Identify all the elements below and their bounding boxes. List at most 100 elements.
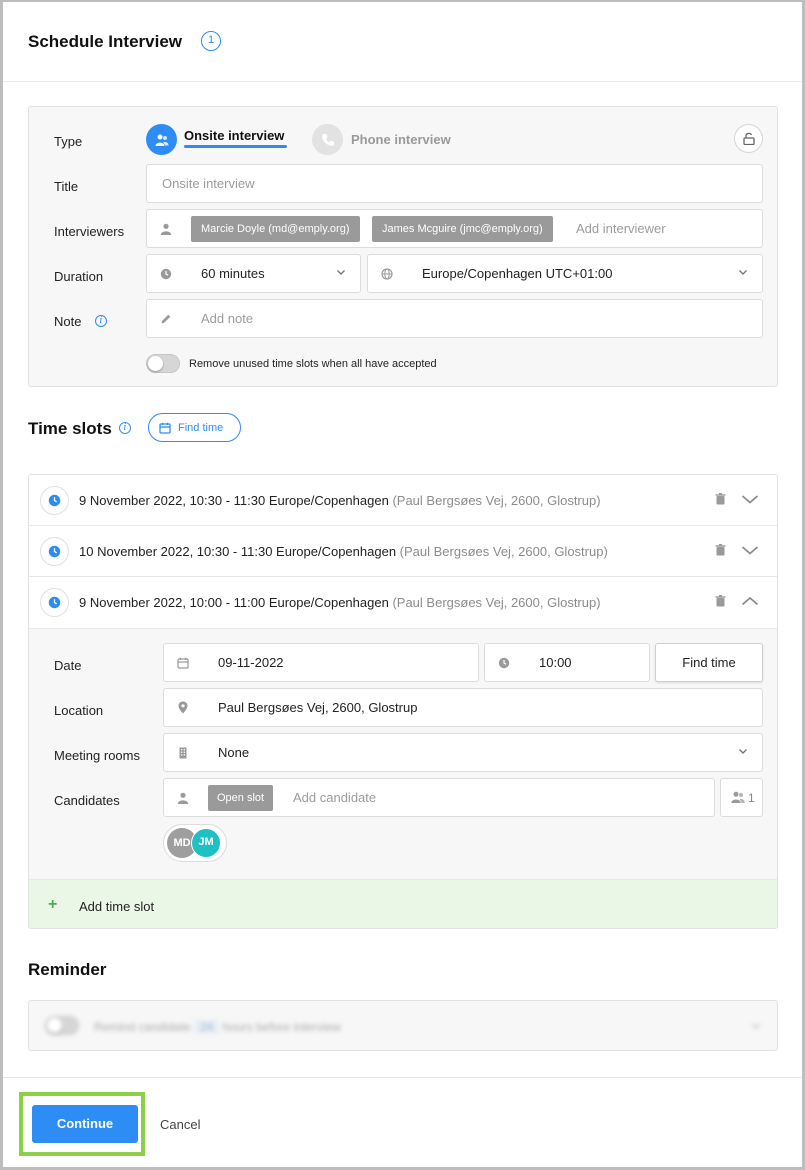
title-input[interactable]: Onsite interview [146, 164, 763, 203]
interviewers-label: Interviewers [54, 224, 125, 239]
title-label: Title [54, 179, 79, 194]
phone-interview-option[interactable]: Phone interview [351, 132, 451, 147]
add-time-slot-label: Add time slot [79, 899, 155, 914]
chevron-down-icon[interactable] [751, 1021, 761, 1031]
selected-type-underline [184, 145, 287, 148]
reminder-row: Remind candidate 24 hours before intervi… [29, 1001, 777, 1050]
reminder-text-before: Remind candidate [94, 1020, 191, 1034]
chevron-down-icon[interactable] [741, 544, 759, 556]
time-input[interactable]: 10:00 [484, 643, 650, 682]
info-icon[interactable]: i [95, 315, 107, 327]
info-icon[interactable]: i [119, 422, 131, 434]
plus-icon: + [48, 896, 58, 913]
time-value: 10:00 [539, 655, 572, 670]
duration-label: Duration [54, 269, 104, 284]
reminder-text: Remind candidate 24 hours before intervi… [94, 1020, 341, 1034]
interviewer-tag[interactable]: Marcie Doyle (md@emply.org) [191, 216, 360, 242]
chevron-up-icon[interactable] [741, 595, 759, 607]
location-input[interactable]: Paul Bergsøes Vej, 2600, Glostrup [163, 688, 763, 727]
find-time-button[interactable]: Find time [148, 413, 241, 442]
interview-details-panel: Type Onsite interview Phone interview Ti… [28, 106, 778, 387]
location-value: Paul Bergsøes Vej, 2600, Glostrup [218, 700, 418, 715]
chevron-down-icon [739, 749, 747, 754]
reminder-text-after: hours before interview [222, 1020, 341, 1034]
find-time-label: Find time [178, 422, 224, 434]
toggle-knob [47, 1018, 62, 1033]
slot-find-time-button[interactable]: Find time [655, 643, 763, 682]
globe-icon [368, 255, 406, 292]
reminder-panel: Remind candidate 24 hours before intervi… [28, 1000, 778, 1051]
time-slot-row-expanded[interactable]: 9 November 2022, 10:00 - 11:00 Europe/Co… [29, 577, 777, 629]
time-slot-row[interactable]: 10 November 2022, 10:30 - 11:30 Europe/C… [29, 526, 777, 577]
avatar-group: MD JM [163, 824, 227, 862]
date-input[interactable]: 09-11-2022 [163, 643, 479, 682]
type-label: Type [54, 134, 83, 149]
remove-unused-toggle[interactable] [146, 354, 180, 373]
remove-unused-label: Remove unused time slots when all have a… [189, 358, 437, 370]
candidates-label: Candidates [54, 793, 120, 808]
title-placeholder: Onsite interview [162, 176, 255, 191]
reminder-hours-input[interactable]: 24 [194, 1020, 220, 1034]
meeting-rooms-value: None [218, 745, 250, 760]
calendar-icon [159, 422, 171, 434]
avatar[interactable]: JM [191, 828, 221, 858]
users-icon [731, 791, 745, 803]
clock-icon [40, 537, 69, 566]
clock-icon [40, 588, 69, 617]
continue-highlight: Continue [19, 1092, 145, 1156]
candidate-count: 1 [748, 791, 755, 805]
building-icon [164, 734, 202, 771]
interviewer-tag[interactable]: James Mcguire (jmc@emply.org) [372, 216, 553, 242]
clock-icon [40, 486, 69, 515]
dialog-header: Schedule Interview 1 [3, 2, 802, 82]
dialog-footer: Continue Cancel [3, 1077, 802, 1167]
timezone-select[interactable]: Europe/Copenhagen UTC+01:00 [367, 254, 763, 293]
open-slot-tag[interactable]: Open slot [208, 785, 274, 811]
location-label: Location [54, 703, 104, 718]
add-time-slot-button[interactable]: + Add time slot [29, 879, 777, 928]
slot-location: (Paul Bergsøes Vej, 2600, Glostrup) [392, 595, 601, 610]
candidate-count-button[interactable]: 1 [720, 778, 763, 817]
meeting-rooms-select[interactable]: None [163, 733, 763, 772]
time-slot-details: Date 09-11-2022 10:00 Find time Location [29, 629, 777, 879]
user-icon [164, 779, 202, 816]
chevron-down-icon[interactable] [741, 493, 759, 505]
slot-time: 9 November 2022, 10:30 - 11:30 Europe/Co… [79, 493, 389, 508]
chevron-down-icon [337, 270, 345, 275]
phone-icon[interactable] [312, 124, 343, 155]
trash-icon[interactable] [715, 595, 726, 607]
add-candidate-placeholder: Add candidate [293, 790, 377, 805]
date-value: 09-11-2022 [218, 655, 284, 670]
meeting-rooms-label: Meeting rooms [54, 748, 140, 763]
continue-button[interactable]: Continue [32, 1105, 138, 1143]
unlock-icon[interactable] [734, 124, 763, 153]
onsite-interview-option[interactable]: Onsite interview [184, 128, 284, 143]
pencil-icon [147, 300, 185, 337]
toggle-knob [148, 356, 163, 371]
slot-location: (Paul Bergsøes Vej, 2600, Glostrup) [392, 493, 601, 508]
interviewers-input[interactable]: Marcie Doyle (md@emply.org) James Mcguir… [146, 209, 763, 248]
trash-icon[interactable] [715, 493, 726, 505]
calendar-icon [164, 644, 202, 681]
candidates-input[interactable]: Open slot Add candidate [163, 778, 715, 817]
slot-time: 10 November 2022, 10:30 - 11:30 Europe/C… [79, 544, 397, 559]
dialog-title: Schedule Interview [28, 32, 182, 51]
schedule-interview-dialog: Schedule Interview 1 Type Onsite intervi… [0, 0, 805, 1170]
duration-select[interactable]: 60 minutes [146, 254, 361, 293]
clock-icon [485, 644, 523, 681]
date-label: Date [54, 658, 82, 673]
note-input[interactable]: Add note [146, 299, 763, 338]
timezone-value: Europe/Copenhagen UTC+01:00 [422, 266, 613, 281]
add-note-placeholder: Add note [201, 311, 254, 326]
trash-icon[interactable] [715, 544, 726, 556]
time-slot-row[interactable]: 9 November 2022, 10:30 - 11:30 Europe/Co… [29, 475, 777, 526]
reminder-toggle[interactable] [45, 1016, 79, 1035]
duration-value: 60 minutes [201, 266, 265, 281]
cancel-button[interactable]: Cancel [160, 1117, 200, 1132]
slot-time: 9 November 2022, 10:00 - 11:00 Europe/Co… [79, 595, 389, 610]
chevron-down-icon [739, 270, 747, 275]
map-pin-icon [164, 689, 202, 726]
onsite-interview-icon[interactable] [146, 124, 177, 155]
slot-location: (Paul Bergsøes Vej, 2600, Glostrup) [399, 544, 608, 559]
note-label: Note [54, 314, 82, 329]
